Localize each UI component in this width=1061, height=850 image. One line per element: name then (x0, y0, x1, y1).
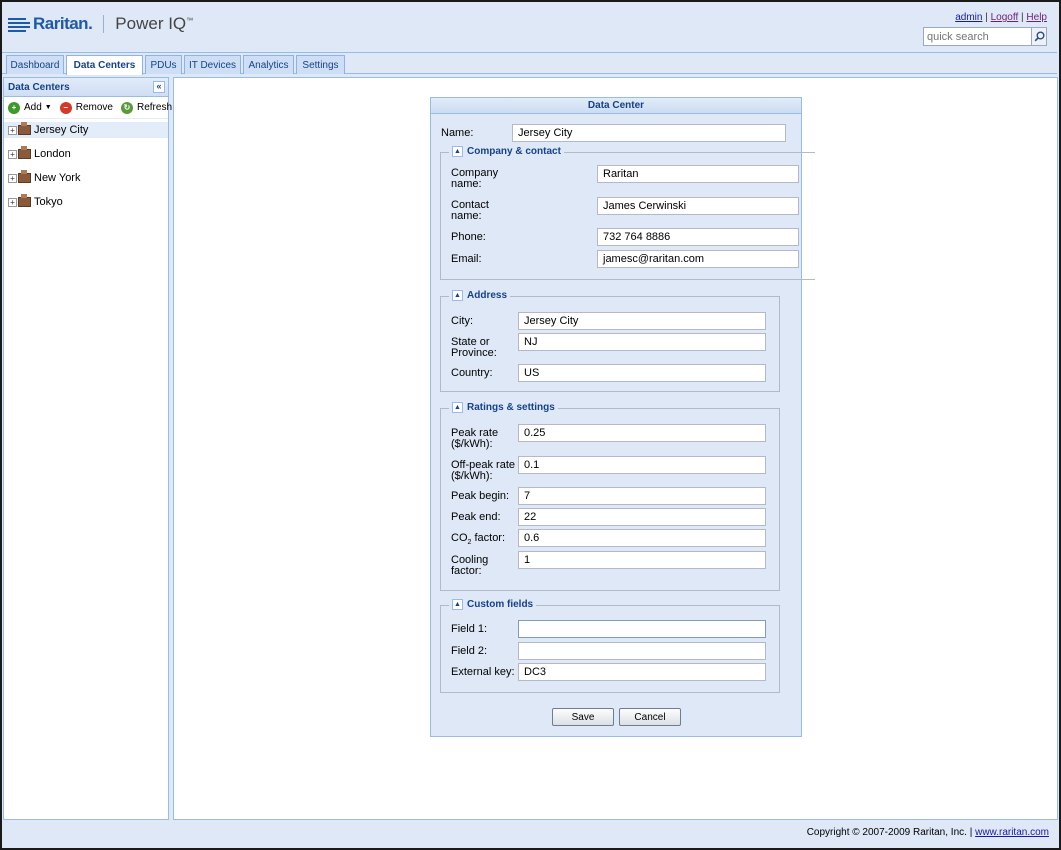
address-legend[interactable]: ▲ Address (449, 290, 511, 301)
state-label: State or Province: (451, 336, 497, 359)
state-field[interactable]: NJ (518, 333, 766, 351)
offpeak-rate-label: Off-peak rate ($/kWh): (451, 459, 515, 482)
address-fieldset: ▲ Address City: Jersey City State or Prov… (440, 290, 780, 392)
city-label: City: (451, 315, 473, 327)
ratings-settings-legend[interactable]: ▲ Ratings & settings (449, 402, 558, 413)
email-label: Email: (451, 253, 482, 265)
quick-search (923, 27, 1047, 46)
search-icon (1034, 31, 1044, 42)
contact-name-label: Contact name: (451, 199, 489, 222)
cooling-factor-label: Cooling factor: (451, 554, 489, 577)
name-field[interactable]: Jersey City (512, 124, 786, 142)
collapse-icon[interactable]: ▲ (452, 290, 463, 301)
peak-begin-field[interactable]: 7 (518, 487, 766, 505)
raritan-website-link[interactable]: www.raritan.com (975, 827, 1049, 838)
product-name: Power IQ™ (115, 14, 194, 33)
form-title: Data Center (431, 98, 801, 114)
peak-end-field[interactable]: 22 (518, 508, 766, 526)
name-label: Name: (441, 127, 474, 139)
panel-title: Data Centers (8, 82, 70, 93)
contact-name-field[interactable]: James Cerwinski (597, 197, 799, 215)
tree-item-jersey-city[interactable]: + Jersey City (4, 122, 168, 138)
panel-toolbar: + Add ▼ – Remove ↻ Refresh (4, 97, 172, 119)
country-field[interactable]: US (518, 364, 766, 382)
tree-item-london[interactable]: + London (4, 142, 168, 166)
company-name-label: Company name: (451, 167, 499, 190)
collapse-icon[interactable]: ▲ (452, 402, 463, 413)
logo: Raritan. Power IQ™ (8, 14, 193, 34)
collapse-panel-button[interactable]: « (153, 81, 165, 93)
expand-icon[interactable]: + (8, 173, 17, 183)
data-center-icon (18, 194, 31, 207)
data-center-icon (18, 122, 31, 135)
data-centers-panel: Data Centers « + Add ▼ – Remove ↻ Refres… (3, 77, 172, 820)
field-2-label: Field 2: (451, 645, 488, 657)
tab-analytics[interactable]: Analytics (243, 55, 294, 74)
tree-item-tokyo[interactable]: + Tokyo (4, 190, 168, 214)
company-name-field[interactable]: Raritan (597, 165, 799, 183)
cooling-factor-field[interactable]: 1 (518, 551, 766, 569)
peak-begin-label: Peak begin: (451, 490, 510, 502)
ratings-settings-fieldset: ▲ Ratings & settings Peak rate ($/kWh): 0… (440, 402, 780, 591)
custom-fields-fieldset: ▲ Custom fields Field 1: Field 2: Extern… (440, 599, 780, 693)
remove-icon: – (59, 101, 72, 114)
expand-icon[interactable]: + (8, 149, 17, 159)
external-key-label: External key: (451, 666, 515, 678)
add-button[interactable]: + Add ▼ (8, 101, 52, 114)
chevron-down-icon: ▼ (44, 104, 52, 111)
logoff-link[interactable]: Logoff (991, 12, 1019, 23)
tab-pdus[interactable]: PDUs (145, 55, 182, 74)
footer: Copyright © 2007-2009 Raritan, Inc. | ww… (2, 822, 1057, 846)
search-button[interactable] (1031, 27, 1047, 46)
phone-field[interactable]: 732 764 8886 (597, 228, 799, 246)
company-contact-fieldset: ▲ Company & contact Company name: Raritan… (440, 146, 815, 280)
data-center-icon (18, 170, 31, 183)
field-1-input[interactable] (518, 620, 766, 638)
refresh-icon: ↻ (120, 101, 133, 114)
external-key-field[interactable]: DC3 (518, 663, 766, 681)
tree-item-new-york[interactable]: + New York (4, 166, 168, 190)
panel-header: Data Centers « (4, 78, 168, 97)
main-tabs: Dashboard Data Centers PDUs IT Devices A… (2, 52, 1057, 75)
phone-label: Phone: (451, 231, 486, 243)
header: Raritan. Power IQ™ admin | Logoff | Help (2, 2, 1057, 52)
tab-dashboard[interactable]: Dashboard (6, 55, 64, 74)
tab-it-devices[interactable]: IT Devices (184, 55, 241, 74)
field-2-input[interactable] (518, 642, 766, 660)
offpeak-rate-field[interactable]: 0.1 (518, 456, 766, 474)
peak-end-label: Peak end: (451, 511, 501, 523)
peak-rate-label: Peak rate ($/kWh): (451, 427, 499, 450)
expand-icon[interactable]: + (8, 197, 17, 207)
field-1-label: Field 1: (451, 623, 488, 635)
remove-button[interactable]: – Remove (59, 101, 113, 114)
save-button[interactable]: Save (552, 708, 614, 726)
logo-divider (103, 15, 105, 33)
raritan-logo-icon (8, 17, 30, 32)
refresh-button[interactable]: ↻ Refresh (120, 101, 172, 114)
admin-link[interactable]: admin (955, 12, 982, 23)
add-icon: + (8, 101, 20, 114)
help-link[interactable]: Help (1026, 12, 1047, 23)
data-center-icon (18, 146, 31, 159)
data-center-form: Data Center Name: Jersey City ▲ Company … (430, 97, 815, 737)
city-field[interactable]: Jersey City (518, 312, 766, 330)
expand-icon[interactable]: + (8, 125, 17, 135)
co2-factor-label: CO2 factor: (451, 532, 506, 547)
collapse-icon[interactable]: ▲ (452, 599, 463, 610)
quick-search-input[interactable] (923, 27, 1031, 46)
country-label: Country: (451, 367, 493, 379)
copyright: Copyright © 2007-2009 Raritan, Inc. | ww… (806, 827, 1049, 838)
brand-name: Raritan. (33, 14, 93, 33)
co2-factor-field[interactable]: 0.6 (518, 529, 766, 547)
tab-settings[interactable]: Settings (296, 55, 345, 74)
company-contact-legend[interactable]: ▲ Company & contact (449, 146, 564, 157)
cancel-button[interactable]: Cancel (619, 708, 681, 726)
tab-data-centers[interactable]: Data Centers (66, 55, 143, 75)
peak-rate-field[interactable]: 0.25 (518, 424, 766, 442)
top-links: admin | Logoff | Help (955, 12, 1047, 23)
email-field[interactable]: jamesc@raritan.com (597, 250, 799, 268)
custom-fields-legend[interactable]: ▲ Custom fields (449, 599, 537, 610)
collapse-icon[interactable]: ▲ (452, 146, 463, 157)
